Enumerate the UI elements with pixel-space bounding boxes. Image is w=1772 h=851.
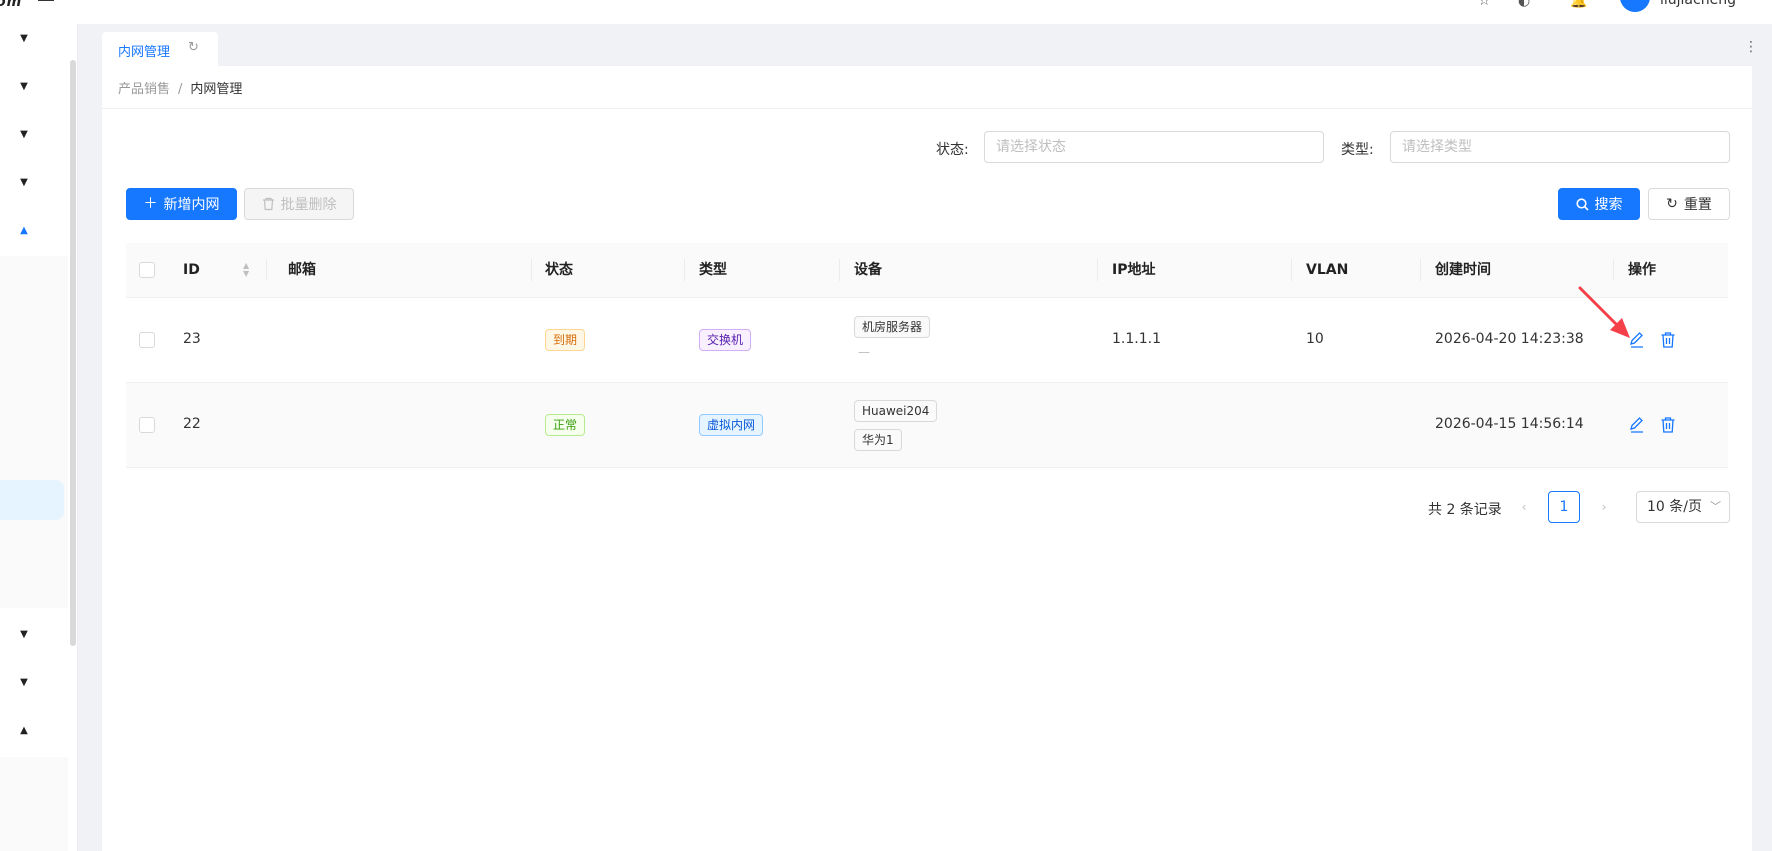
delete-icon[interactable]: [1658, 330, 1678, 350]
divider: [102, 108, 1752, 109]
status-filter-label: 状态:: [936, 142, 969, 158]
sidebar: ▼ ▼ ▼ ▼ ▲ ▼ ▼ ▲: [0, 24, 78, 851]
device-placeholder: —: [858, 345, 870, 359]
avatar[interactable]: L: [1620, 0, 1650, 12]
refresh-icon[interactable]: ↻: [188, 40, 199, 55]
username[interactable]: liujiacheng: [1660, 0, 1736, 7]
tab-label: 内网管理: [118, 45, 171, 60]
main-content: 产品销售 / 内网管理 状态: 类型: ＋ 新增内网 批量删除 搜索 ↻ 重置 ID…: [102, 66, 1752, 851]
add-intranet-button[interactable]: ＋ 新增内网: [126, 188, 237, 220]
logo: om: [0, 0, 23, 10]
edit-icon[interactable]: [1627, 415, 1647, 435]
type-select[interactable]: [1390, 131, 1730, 163]
theme-icon[interactable]: ◐: [1518, 0, 1530, 8]
sidebar-submenu: [0, 757, 68, 851]
caret-down-icon[interactable]: ▼: [18, 629, 30, 641]
column-separator: [1291, 259, 1292, 281]
delete-icon[interactable]: [1658, 415, 1678, 435]
column-separator: [1613, 259, 1614, 281]
column-separator: [839, 259, 840, 281]
caret-down-icon[interactable]: ▼: [18, 33, 30, 45]
type-badge: 交换机: [699, 329, 752, 351]
column-separator: [684, 259, 685, 281]
select-all-checkbox[interactable]: [139, 262, 155, 278]
column-status: 状态: [545, 262, 573, 278]
breadcrumb-separator: /: [178, 82, 183, 97]
column-vlan: VLAN: [1306, 262, 1349, 278]
column-type: 类型: [699, 262, 727, 278]
device-tag: 华为1: [854, 429, 902, 451]
column-device: 设备: [854, 262, 882, 278]
type-filter-label: 类型:: [1341, 142, 1374, 158]
device-tag: 机房服务器: [854, 316, 931, 338]
tab-intranet-management[interactable]: 内网管理 ↻: [102, 32, 218, 66]
reset-button[interactable]: ↻ 重置: [1648, 188, 1730, 220]
table-header: ID ▲ ▼ 邮箱 状态 类型 设备 IP地址 VLAN 创建时间 操作: [126, 243, 1728, 298]
row-created: 2026-04-20 14:23:38: [1435, 331, 1584, 347]
batch-delete-label: 批量删除: [280, 197, 337, 213]
status-badge: 到期: [545, 329, 586, 351]
caret-down-icon[interactable]: ▼: [18, 177, 30, 189]
row-created: 2026-04-15 14:56:14: [1435, 416, 1584, 432]
column-email: 邮箱: [288, 262, 316, 278]
type-badge: 虚拟内网: [699, 414, 764, 436]
caret-up-icon[interactable]: ▲: [18, 725, 30, 737]
reset-label: 重置: [1683, 197, 1712, 213]
trash-icon: [262, 197, 274, 211]
table-row: 23 到期 交换机 机房服务器 — 1.1.1.1 10 2026-04-20 …: [126, 298, 1728, 383]
column-separator: [531, 259, 532, 281]
status-badge: 正常: [545, 414, 586, 436]
status-select[interactable]: [984, 131, 1324, 163]
column-id[interactable]: ID: [183, 243, 200, 298]
row-vlan: 10: [1306, 331, 1324, 347]
prev-page-button[interactable]: ‹: [1508, 491, 1540, 523]
row-checkbox[interactable]: [139, 417, 155, 433]
annotation-arrow-icon: [1578, 286, 1630, 338]
next-page-button[interactable]: ›: [1588, 491, 1620, 523]
column-separator: [1097, 259, 1098, 281]
row-ip: 1.1.1.1: [1112, 331, 1161, 347]
pagination-total: 共 2 条记录: [1428, 502, 1502, 518]
page-button-current[interactable]: 1: [1548, 491, 1580, 523]
caret-up-icon[interactable]: ▲: [18, 225, 30, 237]
caret-down-icon[interactable]: ▼: [18, 129, 30, 141]
sidebar-scrollbar[interactable]: [70, 60, 76, 646]
page-size-label: 10 条/页: [1647, 499, 1702, 515]
search-button[interactable]: 搜索: [1558, 188, 1640, 220]
row-id: 22: [183, 416, 201, 432]
tab-bar: 内网管理 ↻ ⋮: [78, 24, 1772, 66]
batch-delete-button[interactable]: 批量删除: [244, 188, 354, 220]
reset-icon: ↻: [1666, 196, 1678, 212]
search-icon: [1575, 197, 1589, 211]
sidebar-submenu: [0, 256, 68, 608]
column-separator: [266, 259, 267, 281]
bell-icon[interactable]: 🔔: [1570, 0, 1587, 8]
caret-down-icon[interactable]: ▼: [18, 677, 30, 689]
breadcrumb: 产品销售 / 内网管理: [118, 78, 242, 97]
column-separator: [1420, 259, 1421, 281]
add-intranet-label: 新增内网: [163, 197, 220, 213]
page-size-select[interactable]: 10 条/页 ﹀: [1636, 491, 1730, 523]
search-label: 搜索: [1594, 197, 1623, 213]
row-id: 23: [183, 331, 201, 347]
sort-icon[interactable]: ▲ ▼: [243, 262, 249, 278]
top-bar: om ☆ ◐ 🔔 L liujiacheng: [0, 0, 1772, 24]
device-tag: Huawei204: [854, 400, 938, 422]
sidebar-item-selected[interactable]: [0, 480, 64, 520]
row-checkbox[interactable]: [139, 332, 155, 348]
chevron-down-icon: ﹀: [1710, 500, 1721, 513]
column-ip: IP地址: [1112, 262, 1156, 278]
more-vertical-icon[interactable]: ⋮: [1744, 40, 1758, 54]
caret-down-icon[interactable]: ▼: [18, 81, 30, 93]
star-icon[interactable]: ☆: [1478, 0, 1491, 8]
column-created: 创建时间: [1435, 262, 1491, 278]
table-row: 22 正常 虚拟内网 Huawei204 华为1 2026-04-15 14:5…: [126, 383, 1728, 468]
breadcrumb-current: 内网管理: [190, 82, 243, 97]
breadcrumb-parent[interactable]: 产品销售: [118, 82, 170, 97]
plus-icon: ＋: [143, 196, 158, 212]
menu-toggle-icon[interactable]: [38, 0, 54, 1]
